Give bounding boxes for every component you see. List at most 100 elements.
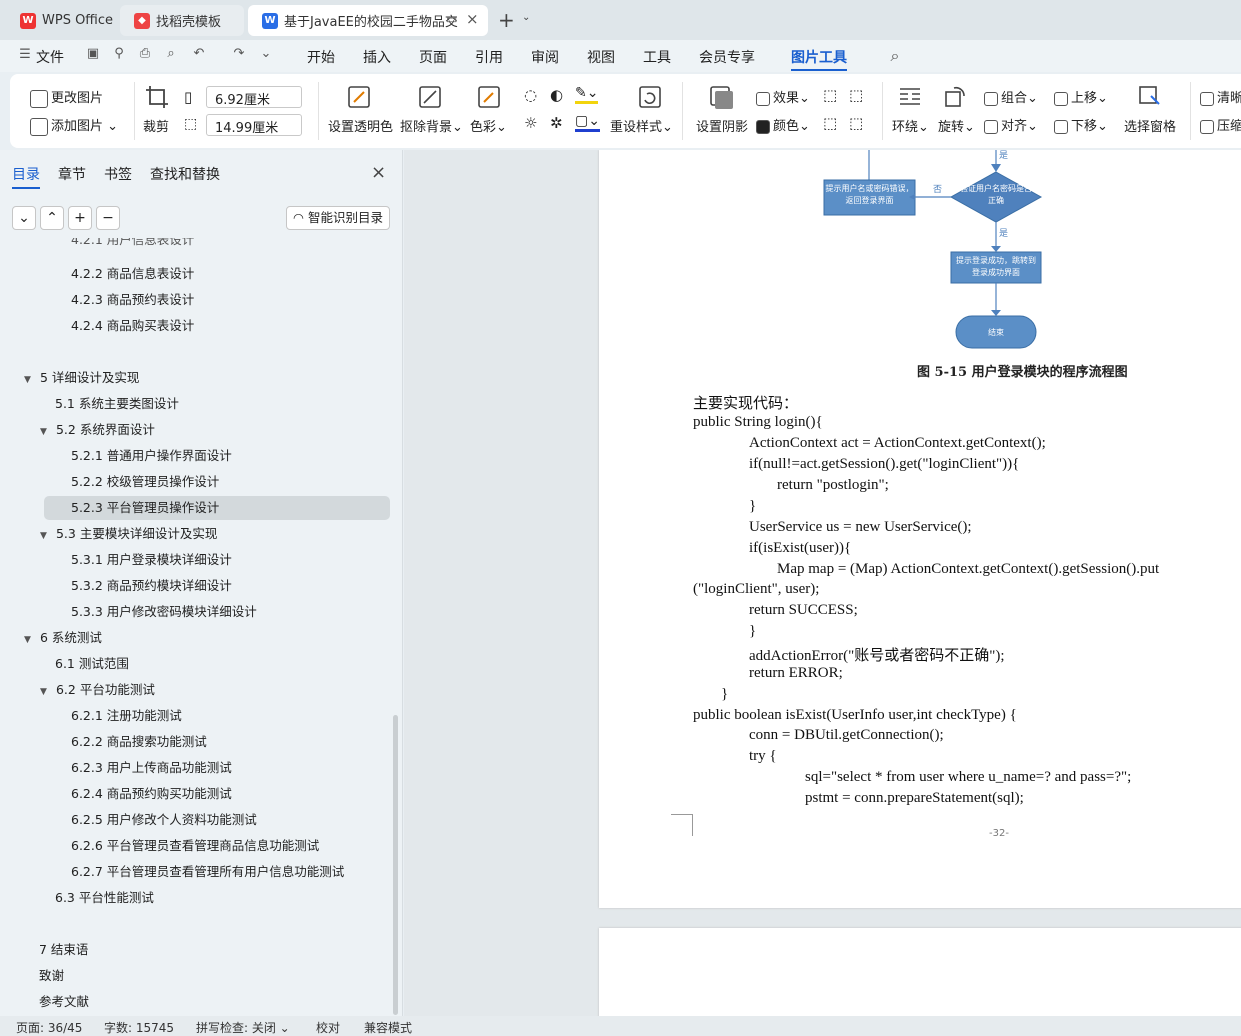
border-color-icon[interactable]: ▢⌄ — [575, 113, 600, 132]
set-transparent-icon[interactable] — [346, 84, 372, 110]
toc-item[interactable]: 4.2.4 商品购买表设计 — [0, 314, 395, 338]
toc-item[interactable]: 6.2.1 注册功能测试 — [0, 704, 395, 728]
selection-pane-button[interactable]: 选择窗格 — [1124, 116, 1176, 135]
expand-icon[interactable]: ⌃ — [40, 206, 64, 230]
width-input[interactable]: 6.92厘米 — [206, 86, 302, 108]
close-sidebar-icon[interactable]: × — [371, 162, 386, 183]
toc-item[interactable]: 5.3.3 用户修改密码模块详细设计 — [0, 600, 395, 624]
toc-item[interactable]: 4.2.2 商品信息表设计 — [0, 262, 395, 286]
rotate-icon[interactable] — [942, 84, 968, 110]
redo-icon[interactable]: ↷ — [230, 46, 248, 64]
undo-icon[interactable]: ↶ — [190, 46, 208, 64]
tab-chapter[interactable]: 章节 — [58, 164, 86, 184]
shadow-button[interactable]: 设置阴影 — [696, 116, 748, 135]
tab-find-replace[interactable]: 查找和替换 — [150, 164, 220, 184]
tab-wps-office[interactable]: W WPS Office — [6, 5, 114, 36]
highlight-icon[interactable]: ✎⌄ — [575, 85, 599, 104]
menu-review[interactable]: 审阅 — [531, 47, 559, 67]
clear-button[interactable]: 清晰 — [1200, 87, 1241, 106]
expand-triangle-icon[interactable]: ▼ — [24, 628, 36, 652]
hamburger-icon[interactable]: ☰ — [16, 47, 34, 65]
menu-insert[interactable]: 插入 — [363, 47, 391, 67]
toc-item[interactable]: ▼ 6 系统测试 — [0, 626, 395, 650]
menu-tools[interactable]: 工具 — [643, 47, 671, 67]
flowchart[interactable]: 是 提示用户名或密码错误，返回登录界面 否 验证用户名密码是否正确 是 提示登录… — [599, 150, 1241, 365]
expand-triangle-icon[interactable]: ▼ — [24, 368, 36, 392]
menu-page[interactable]: 页面 — [419, 47, 447, 67]
toc-item[interactable]: ▼ 5 详细设计及实现 — [0, 366, 395, 390]
status-proof[interactable]: 校对 — [316, 1019, 340, 1036]
tab-toc[interactable]: 目录 — [12, 164, 40, 189]
remove-icon[interactable]: − — [96, 206, 120, 230]
shadow-icon[interactable] — [708, 84, 734, 110]
remove-background-button[interactable]: 抠除背景⌄ — [400, 116, 463, 135]
shadow-right-icon[interactable]: ⬚ — [849, 114, 863, 132]
rotate-button[interactable]: 旋转⌄ — [938, 116, 975, 135]
compress-button[interactable]: 压缩 — [1200, 115, 1241, 134]
set-transparent-button[interactable]: 设置透明色 — [328, 116, 393, 135]
wrap-icon[interactable] — [897, 84, 923, 110]
effect-button[interactable]: 效果⌄ — [756, 87, 810, 106]
new-tab-icon[interactable]: + — [498, 8, 515, 32]
tab-bookmark[interactable]: 书签 — [104, 164, 132, 184]
expand-triangle-icon[interactable]: ▼ — [40, 524, 52, 548]
crop-button[interactable]: 裁剪 — [143, 116, 169, 135]
shadow-up-icon[interactable]: ⬚ — [823, 86, 837, 104]
toc-item[interactable]: ▼ 5.3 主要模块详细设计及实现 — [0, 522, 395, 546]
remove-background-icon[interactable] — [417, 84, 443, 110]
crop-icon[interactable] — [144, 84, 170, 110]
toc-item[interactable]: 6.3 平台性能测试 — [0, 886, 395, 910]
contrast-down-icon[interactable]: ✲ — [550, 114, 563, 132]
toc-item[interactable]: 5.3.1 用户登录模块详细设计 — [0, 548, 395, 572]
close-tab-icon[interactable]: × — [466, 10, 479, 28]
toc-item[interactable]: 参考文献 — [0, 990, 395, 1014]
more-icon[interactable]: ⌄ — [257, 46, 275, 64]
reset-style-icon[interactable] — [637, 84, 663, 110]
status-words[interactable]: 字数: 15745 — [104, 1019, 174, 1036]
color-icon[interactable] — [476, 84, 502, 110]
menu-member[interactable]: 会员专享 — [699, 47, 755, 67]
height-input[interactable]: 14.99厘米 — [206, 114, 302, 136]
toc-item[interactable]: ▼ 6.2 平台功能测试 — [0, 678, 395, 702]
group-button[interactable]: 组合⌄ — [984, 87, 1038, 106]
toc-item[interactable]: ▼ 5.2 系统界面设计 — [0, 418, 395, 442]
add-icon[interactable]: + — [68, 206, 92, 230]
toc-item[interactable]: 5.2.1 普通用户操作界面设计 — [0, 444, 395, 468]
add-picture-button[interactable]: 添加图片 ⌄ — [30, 115, 118, 136]
toc-item[interactable]: 4.2.3 商品预约表设计 — [0, 288, 395, 312]
search-icon[interactable]: ⌕ — [886, 46, 904, 65]
shadow-left-icon[interactable]: ⬚ — [823, 114, 837, 132]
toc-item[interactable]: 6.2.7 平台管理员查看管理所有用户信息功能测试 — [0, 860, 395, 884]
shadow-down-icon[interactable]: ⬚ — [849, 86, 863, 104]
toc-item[interactable]: 5.1 系统主要类图设计 — [0, 392, 395, 416]
color-button[interactable]: 色彩⌄ — [470, 116, 507, 135]
sidebar-scrollbar[interactable] — [393, 715, 398, 1015]
expand-triangle-icon[interactable]: ▼ — [40, 680, 52, 704]
toc-item[interactable]: 6.2.3 用户上传商品功能测试 — [0, 756, 395, 780]
save-icon[interactable]: ▣ — [84, 46, 102, 64]
toc-item[interactable]: 6.2.5 用户修改个人资料功能测试 — [0, 808, 395, 832]
menu-picture-tools[interactable]: 图片工具 — [791, 47, 847, 71]
selection-pane-icon[interactable] — [1137, 84, 1163, 110]
collapse-icon[interactable]: ⌄ — [12, 206, 36, 230]
tab-template[interactable]: ◆ 找稻壳模板 — [120, 5, 244, 36]
toc-item[interactable]: 6.2.4 商品预约购买功能测试 — [0, 782, 395, 806]
toc-item[interactable]: 6.2.6 平台管理员查看管理商品信息功能测试 — [0, 834, 395, 858]
toc-item[interactable]: 6.1 测试范围 — [0, 652, 395, 676]
contrast-icon[interactable]: ◐ — [550, 86, 563, 104]
status-spell[interactable]: 拼写检查: 关闭 ⌄ — [196, 1019, 290, 1036]
preview-icon[interactable]: ⌕ — [162, 46, 180, 64]
smart-toc-button[interactable]: ◠ 智能识别目录 — [286, 206, 390, 230]
wrap-button[interactable]: 环绕⌄ — [892, 116, 929, 135]
menu-reference[interactable]: 引用 — [475, 47, 503, 67]
reset-style-button[interactable]: 重设样式⌄ — [610, 116, 673, 135]
menu-start[interactable]: 开始 — [307, 47, 335, 67]
toc-item[interactable]: 4.2.1 用户信息表设计 — [0, 238, 395, 250]
send-backward-button[interactable]: 下移⌄ — [1054, 115, 1108, 134]
align-button[interactable]: 对齐⌄ — [984, 115, 1038, 134]
menu-file[interactable]: 文件 — [36, 47, 64, 67]
color2-button[interactable]: 颜色⌄ — [756, 115, 810, 134]
toc-item[interactable]: 7 结束语 — [0, 938, 395, 962]
change-picture-button[interactable]: 更改图片 — [30, 87, 103, 108]
expand-triangle-icon[interactable]: ▼ — [40, 420, 52, 444]
